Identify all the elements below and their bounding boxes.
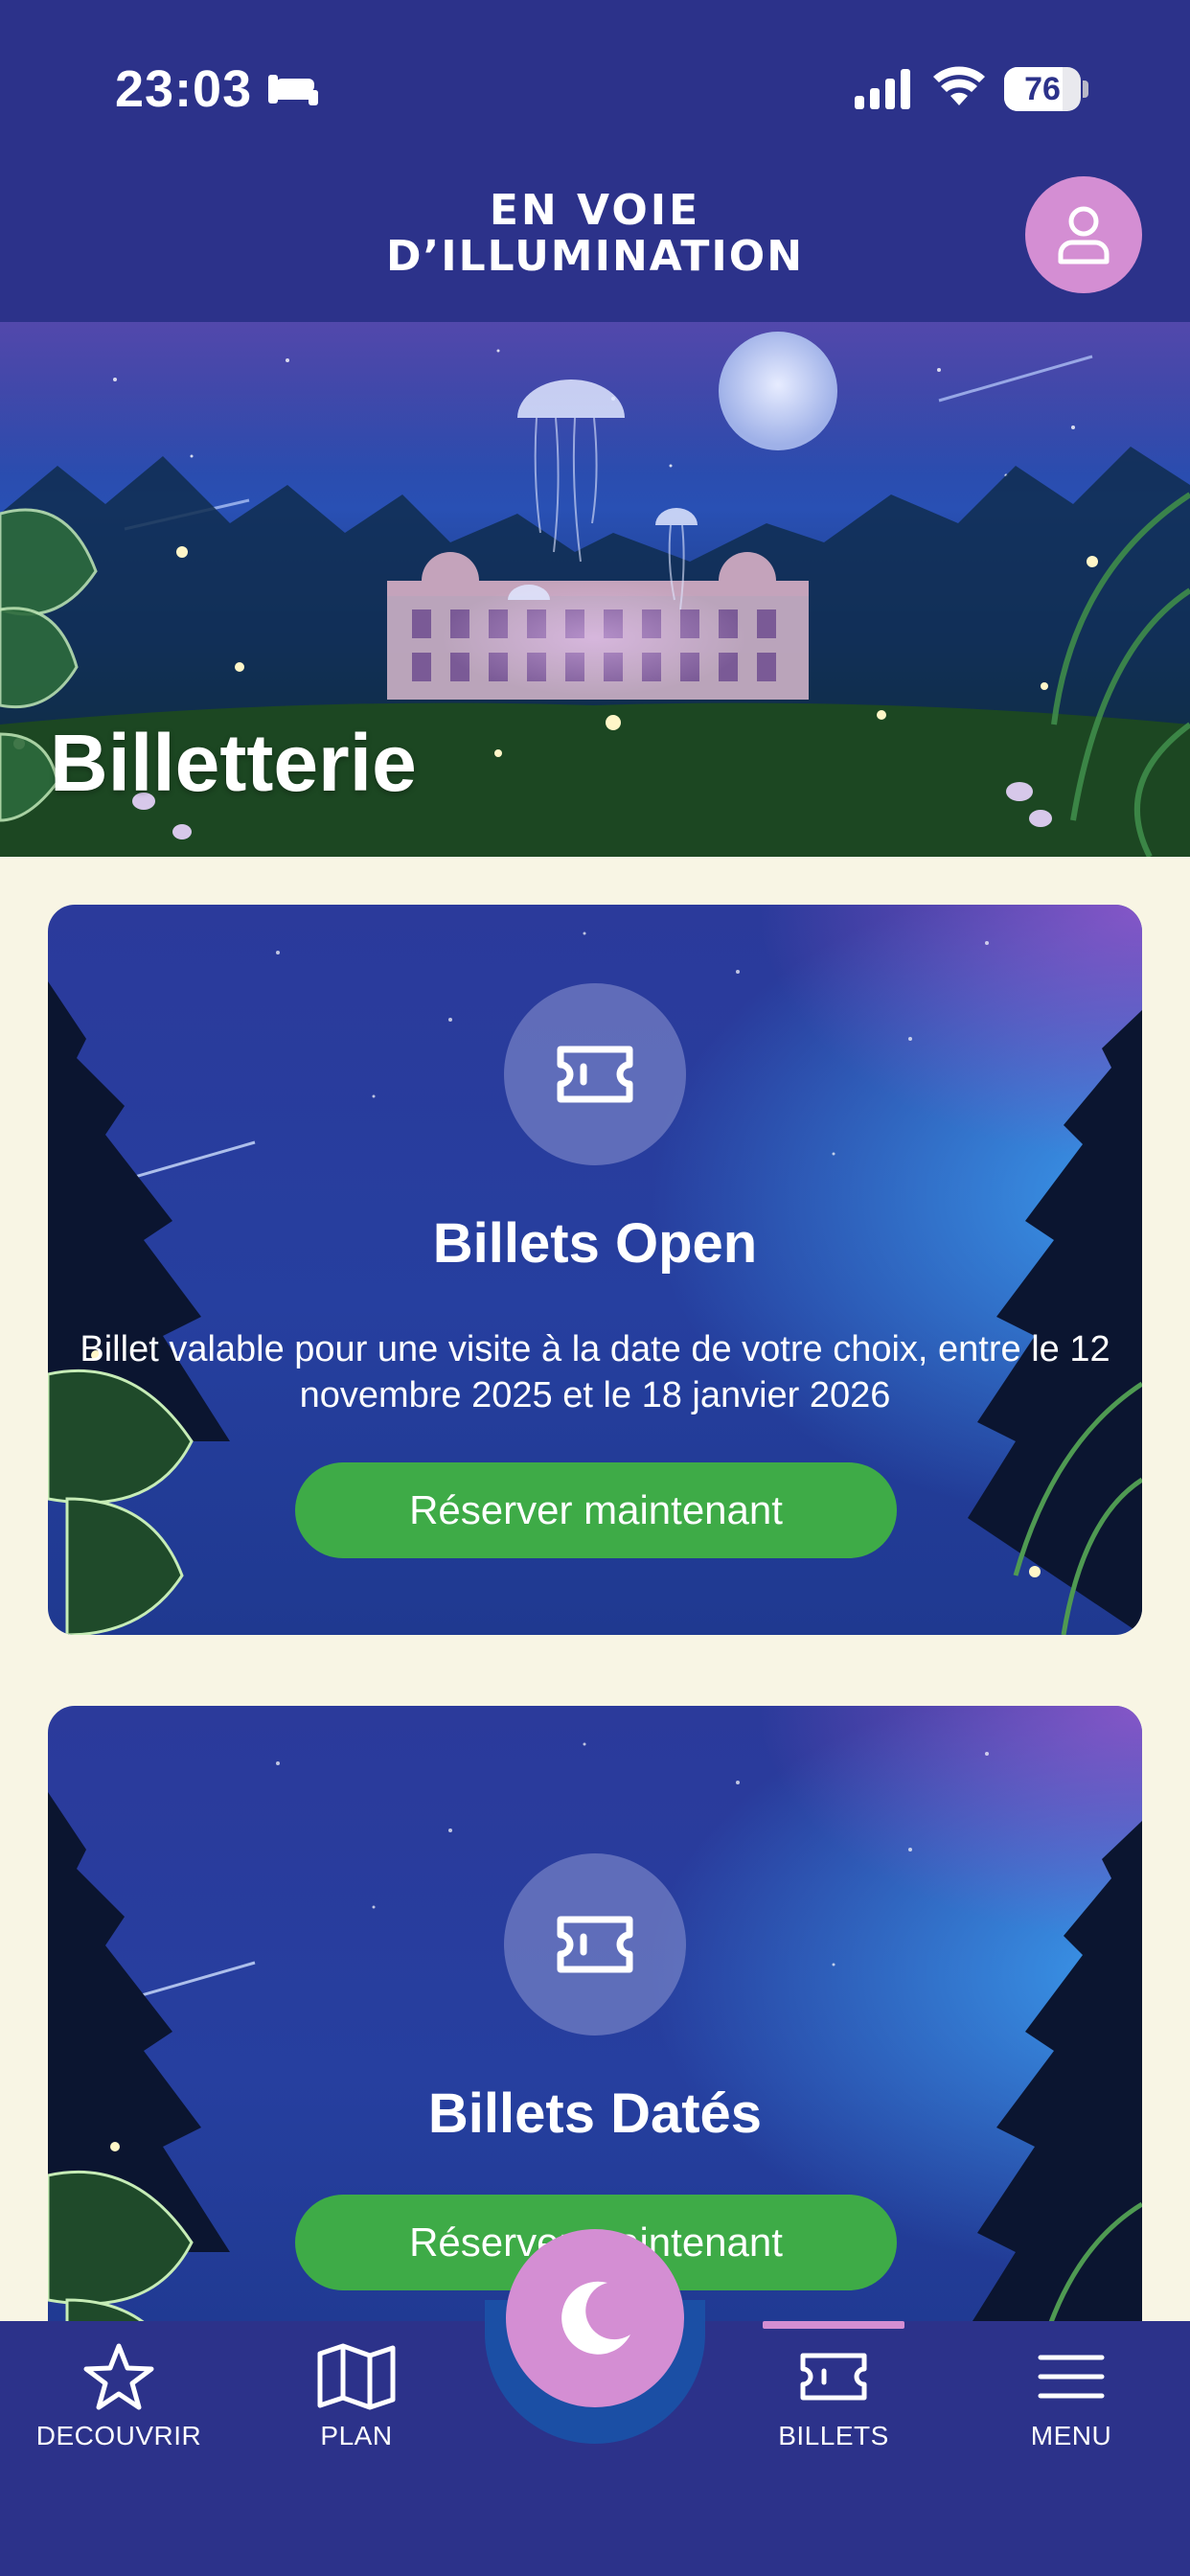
star-icon: [83, 2343, 154, 2410]
center-moon-button[interactable]: [506, 2229, 684, 2407]
card-title: Billets Datés: [427, 2082, 763, 2145]
map-icon: [317, 2343, 396, 2410]
ticket-icon-circle: [504, 983, 686, 1165]
status-time: 23:03: [115, 60, 253, 118]
page-title: Billetterie: [50, 718, 417, 808]
active-tab-indicator: [763, 2321, 904, 2329]
ticket-icon-circle: [504, 1853, 686, 2036]
moon-icon: [561, 2281, 630, 2355]
nav-label: MENU: [1030, 2421, 1112, 2450]
hamburger-menu-icon: [1038, 2355, 1105, 2399]
nav-item-plan[interactable]: PLAN: [261, 2342, 452, 2451]
nav-item-decouvrir[interactable]: DECOUVRIR: [23, 2342, 215, 2451]
reserve-now-button[interactable]: Réserver maintenant: [295, 1462, 897, 1558]
logo-line-2: D’ILLUMINATION: [385, 232, 805, 281]
app-logo: EN VOIE D’ILLUMINATION: [364, 188, 826, 280]
battery-level: 76: [1024, 71, 1061, 107]
nav-label: DECOUVRIR: [35, 2421, 202, 2450]
hero-banner: Billetterie: [0, 322, 1190, 857]
nav-item-menu[interactable]: MENU: [975, 2342, 1167, 2451]
battery-tip: [1083, 80, 1088, 98]
cellular-signal-icon: [855, 69, 910, 109]
bed-icon: [268, 75, 318, 105]
wifi-icon: [933, 66, 985, 105]
ticket-card-open: Billets Open Billet valable pour une vis…: [48, 905, 1142, 1635]
logo-line-1: EN VOIE: [489, 186, 701, 235]
profile-button[interactable]: [1025, 176, 1142, 293]
ticket-icon: [800, 2353, 867, 2401]
nav-label: BILLETS: [778, 2421, 889, 2450]
nav-item-billets[interactable]: BILLETS: [738, 2342, 929, 2451]
battery-icon: 76: [1004, 67, 1081, 111]
user-icon: [1058, 206, 1110, 264]
ticket-icon: [557, 1046, 633, 1103]
nav-label: PLAN: [320, 2421, 393, 2450]
ticket-icon: [557, 1916, 633, 1973]
card-title: Billets Open: [432, 1212, 758, 1275]
card-description: Billet valable pour une visite à la date…: [80, 1329, 1110, 1415]
